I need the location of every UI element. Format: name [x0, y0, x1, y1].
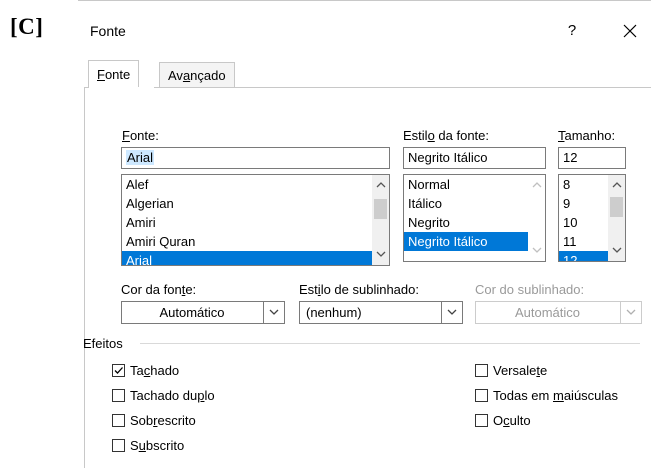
checkbox-icon[interactable]	[112, 389, 125, 402]
scroll-down-icon[interactable]	[608, 242, 625, 259]
chevron-down-icon[interactable]	[263, 302, 284, 323]
effect-label: Versalete	[493, 363, 548, 378]
tab-panel	[84, 87, 651, 468]
underline-color-value: Automático	[514, 305, 581, 320]
font-scroll-thumb[interactable]	[374, 199, 387, 219]
font-color-select[interactable]: Automático	[121, 301, 285, 324]
font-list-item[interactable]: Algerian	[122, 194, 389, 213]
underline-style-label: Estilo de sublinhado:	[299, 282, 419, 297]
scroll-down-icon[interactable]	[528, 242, 545, 259]
font-list-item[interactable]: Arial	[122, 251, 389, 265]
corner-label: [C]	[10, 14, 44, 39]
font-dialog: Fonte ? Fonte Avançado Fonte: Arial Alef…	[78, 0, 651, 468]
effect-label: Tachado	[130, 363, 180, 378]
scroll-up-icon[interactable]	[528, 177, 545, 194]
style-list-item[interactable]: Itálico	[404, 194, 545, 213]
effect-label: Subscrito	[130, 438, 185, 453]
close-icon	[623, 24, 637, 38]
dialog-title: Fonte	[90, 23, 126, 39]
font-label: Fonte:	[122, 128, 159, 143]
underline-color-label: Cor do sublinhado:	[475, 282, 585, 297]
effect-checkbox[interactable]: Subscrito	[112, 438, 184, 453]
checkbox-icon[interactable]	[475, 414, 488, 427]
effect-checkbox[interactable]: Tachado	[112, 363, 179, 378]
effects-divider	[140, 343, 640, 344]
style-list-item[interactable]: Negrito	[404, 213, 545, 232]
effects-group-title: Efeitos	[83, 336, 123, 351]
font-list-item[interactable]: Alef	[122, 175, 389, 194]
style-label: Estilo da fonte:	[403, 128, 490, 143]
font-color-label: Cor da fonte:	[121, 282, 197, 297]
effect-checkbox[interactable]: Sobrescrito	[112, 413, 196, 428]
style-list[interactable]: Normal Itálico Negrito Negrito Itálico	[403, 174, 546, 262]
effect-label: Todas em maiúsculas	[493, 388, 619, 403]
underline-style-select[interactable]: (nenhum)	[299, 301, 463, 324]
style-list-scrollbar[interactable]	[528, 175, 545, 261]
size-list[interactable]: 8 9 10 11 12	[558, 174, 626, 262]
effect-label: Tachado duplo	[130, 388, 215, 403]
effect-checkbox[interactable]: Tachado duplo	[112, 388, 215, 403]
underline-style-value: (nenhum)	[306, 305, 362, 320]
checkbox-icon[interactable]	[475, 364, 488, 377]
tab-fonte[interactable]: Fonte	[88, 60, 140, 88]
font-list-item[interactable]: Amiri	[122, 213, 389, 232]
checkbox-checked-icon[interactable]	[112, 364, 125, 377]
scroll-up-icon[interactable]	[372, 177, 389, 194]
font-list-item[interactable]: Amiri Quran	[122, 232, 389, 251]
font-color-value: Automático	[159, 305, 225, 320]
style-input[interactable]: Negrito Itálico	[403, 147, 546, 169]
scroll-down-icon[interactable]	[372, 246, 389, 263]
size-input[interactable]: 12	[558, 147, 626, 169]
titlebar-border	[78, 0, 651, 1]
underline-color-select: Automático	[475, 301, 642, 324]
style-list-items: Normal Itálico Negrito Negrito Itálico	[404, 175, 545, 251]
help-button[interactable]: ?	[560, 19, 584, 43]
font-list-scrollbar[interactable]	[372, 175, 389, 265]
effect-label: Sobrescrito	[130, 413, 196, 428]
chevron-down-icon[interactable]	[441, 302, 462, 323]
checkbox-icon[interactable]	[475, 389, 488, 402]
scroll-up-icon[interactable]	[608, 177, 625, 194]
checkbox-icon[interactable]	[112, 439, 125, 452]
effect-checkbox[interactable]: Todas em maiúsculas	[475, 388, 618, 403]
effect-label: Oculto	[493, 413, 531, 428]
size-label: Tamanho:	[558, 128, 616, 143]
effect-checkbox[interactable]: Versalete	[475, 363, 547, 378]
size-list-scrollbar[interactable]	[608, 175, 625, 261]
size-scroll-thumb[interactable]	[610, 197, 623, 217]
font-list[interactable]: Alef Algerian Amiri Amiri Quran Arial	[121, 174, 390, 266]
style-list-item[interactable]: Normal	[404, 175, 545, 194]
font-list-items: Alef Algerian Amiri Amiri Quran Arial	[122, 175, 389, 265]
font-input[interactable]: Arial	[121, 147, 390, 169]
style-list-item[interactable]: Negrito Itálico	[404, 232, 545, 251]
chevron-down-icon	[620, 302, 641, 323]
effect-checkbox[interactable]: Oculto	[475, 413, 531, 428]
tab-avancado[interactable]: Avançado	[159, 62, 235, 88]
close-button[interactable]	[618, 19, 642, 43]
checkbox-icon[interactable]	[112, 414, 125, 427]
